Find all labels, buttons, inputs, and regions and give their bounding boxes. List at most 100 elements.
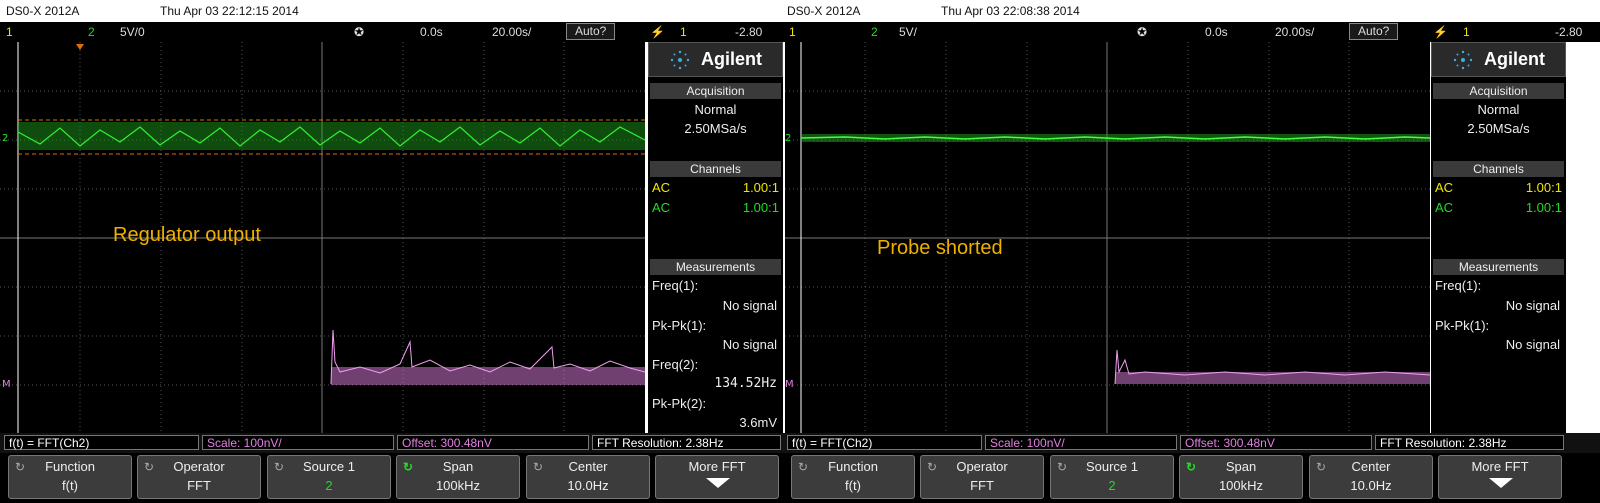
fft-offset: Offset: 300.48nV xyxy=(1180,435,1372,450)
fft-resolution: FFT Resolution: 2.38Hz xyxy=(592,435,781,450)
side-panel: Agilent Acquisition Normal 2.50MSa/s Cha… xyxy=(1431,42,1566,433)
graticule[interactable]: 2 M Regulator output xyxy=(0,42,646,433)
model-name: DS0-X 2012A xyxy=(787,4,861,18)
ch1-coupling: AC xyxy=(652,180,671,195)
softkey-operator[interactable]: ↻ Operator FFT xyxy=(137,455,261,499)
softkey-function[interactable]: ↻ Function f(t) xyxy=(8,455,132,499)
timebase-value: 20.00s/ xyxy=(492,25,532,39)
meas-label: Pk-Pk(1): xyxy=(652,318,707,333)
ch2-ground-marker: 2 xyxy=(2,133,8,144)
trigger-mode[interactable]: Auto? xyxy=(566,23,616,40)
softkey-title: Center xyxy=(568,459,608,474)
trigger-level: -2.80 xyxy=(1555,25,1583,39)
trigger-position-marker xyxy=(76,44,84,50)
softkey-title: Center xyxy=(1351,459,1391,474)
title-bar: DS0-X 2012A Thu Apr 03 22:12:15 2014 xyxy=(0,0,785,22)
softkey-title: More FFT xyxy=(1471,459,1529,474)
meas-label: Freq(2): xyxy=(652,357,699,372)
annotation-label: Regulator output xyxy=(113,224,261,246)
softkey-source1[interactable]: ↻ Source 1 2 xyxy=(1050,455,1174,499)
meas-value: No signal xyxy=(722,298,777,313)
ch1-probe-ratio: 1.00:1 xyxy=(742,180,779,195)
acquisition-header: Acquisition xyxy=(1433,83,1564,99)
softkey-bar: ↻ Function f(t) ↻ Operator FFT ↻ Source … xyxy=(0,453,785,503)
fft-resolution: FFT Resolution: 2.38Hz xyxy=(1375,435,1564,450)
scope-screenshot-right: DS0-X 2012A Thu Apr 03 22:08:38 2014 1 2… xyxy=(785,0,1600,503)
softkey-span[interactable]: ↻ Span 100kHz xyxy=(1179,455,1303,499)
softkey-function[interactable]: ↻ Function f(t) xyxy=(791,455,915,499)
softkey-bar: ↻ Function f(t) ↻ Operator FFT ↻ Source … xyxy=(785,453,1600,503)
ch2-indicator[interactable]: 2 xyxy=(88,25,95,39)
date-time: Thu Apr 03 22:08:38 2014 xyxy=(941,4,1080,18)
softkey-center[interactable]: ↻ Center 10.0Hz xyxy=(526,455,650,499)
ch1-indicator[interactable]: 1 xyxy=(789,25,796,39)
softkey-title: Function xyxy=(45,459,95,474)
softkey-value: f(t) xyxy=(845,478,861,493)
softkey-value: 100kHz xyxy=(435,478,481,493)
agilent-spark-icon xyxy=(1453,50,1473,70)
acquisition-header: Acquisition xyxy=(650,83,781,99)
softkey-value: 10.0Hz xyxy=(567,478,609,493)
function-bar: f(t) = FFT(Ch2) Scale: 100nV/ Offset: 30… xyxy=(785,433,1600,453)
measurements-header: Measurements xyxy=(650,259,781,275)
fft-noise-floor xyxy=(331,367,645,385)
meas-value: No signal xyxy=(1505,337,1560,352)
scope-screenshot-left: DS0-X 2012A Thu Apr 03 22:12:15 2014 1 2… xyxy=(0,0,785,503)
softkey-more-fft[interactable]: More FFT xyxy=(1438,455,1562,499)
softkey-source1[interactable]: ↻ Source 1 2 xyxy=(267,455,391,499)
measurements-header: Measurements xyxy=(1433,259,1564,275)
softkey-value: 10.0Hz xyxy=(1350,478,1392,493)
run-status-icon: ✪ xyxy=(354,25,365,39)
softkey-value: FFT xyxy=(187,478,211,493)
meas-label: Pk-Pk(2): xyxy=(652,396,707,411)
timebase-value: 20.00s/ xyxy=(1275,25,1315,39)
trigger-level: -2.80 xyxy=(735,25,763,39)
ch1-probe-ratio: 1.00:1 xyxy=(1525,180,1562,195)
graticule[interactable]: 2 M Probe shorted xyxy=(785,42,1431,433)
fft-noise-floor xyxy=(1115,372,1430,384)
meas-label: Freq(1): xyxy=(652,278,699,293)
channels-header: Channels xyxy=(1433,161,1564,177)
function-expression: f(t) = FFT(Ch2) xyxy=(787,435,982,450)
delay-value: 0.0s xyxy=(1205,25,1228,39)
softkey-title: Span xyxy=(1225,459,1257,474)
ch2-probe-ratio: 1.00:1 xyxy=(742,200,779,215)
trigger-edge-icon: ⚡ xyxy=(650,25,665,39)
down-arrow-icon xyxy=(706,478,730,488)
ch2-coupling: AC xyxy=(652,200,671,215)
ch1-indicator[interactable]: 1 xyxy=(6,25,13,39)
softkey-value: 2 xyxy=(325,478,333,493)
meas-value: No signal xyxy=(1505,298,1560,313)
ch2-probe-ratio: 1.00:1 xyxy=(1525,200,1562,215)
softkey-title: Source 1 xyxy=(1085,459,1139,474)
model-name: DS0-X 2012A xyxy=(6,4,80,18)
softkey-title: Source 1 xyxy=(302,459,356,474)
softkey-value: 2 xyxy=(1108,478,1116,493)
ch2-scale: 5V/0 xyxy=(120,25,145,39)
trigger-mode[interactable]: Auto? xyxy=(1349,23,1399,40)
channels-header: Channels xyxy=(650,161,781,177)
side-panel: Agilent Acquisition Normal 2.50MSa/s Cha… xyxy=(648,42,783,433)
status-bar: 1 2 5V/0 ✪ 0.0s 20.00s/ Auto? ⚡ 1 -2.80 xyxy=(0,22,785,42)
softkey-center[interactable]: ↻ Center 10.0Hz xyxy=(1309,455,1433,499)
trigger-channel: 1 xyxy=(1463,25,1470,39)
softkey-value: 100kHz xyxy=(1218,478,1264,493)
softkey-operator[interactable]: ↻ Operator FFT xyxy=(920,455,1044,499)
meas-label: Freq(1): xyxy=(1435,278,1482,293)
brand-name: Agilent xyxy=(1484,49,1545,69)
ch2-coupling: AC xyxy=(1435,200,1454,215)
softkey-title: Operator xyxy=(956,459,1008,474)
ch2-noise-band xyxy=(18,122,645,150)
ch2-ground-marker: 2 xyxy=(785,133,791,144)
down-arrow-icon xyxy=(1489,478,1513,488)
softkey-title: Span xyxy=(442,459,474,474)
title-bar: DS0-X 2012A Thu Apr 03 22:08:38 2014 xyxy=(785,0,1600,22)
meas-value: 134.52Hz xyxy=(714,376,777,391)
fft-offset: Offset: 300.48nV xyxy=(397,435,589,450)
ch2-indicator[interactable]: 2 xyxy=(871,25,878,39)
softkey-span[interactable]: ↻ Span 100kHz xyxy=(396,455,520,499)
math-ground-marker: M xyxy=(785,379,794,390)
annotation-label: Probe shorted xyxy=(877,237,1003,259)
softkey-more-fft[interactable]: More FFT xyxy=(655,455,779,499)
waveform-display: 2 M Probe shorted xyxy=(785,42,1431,433)
